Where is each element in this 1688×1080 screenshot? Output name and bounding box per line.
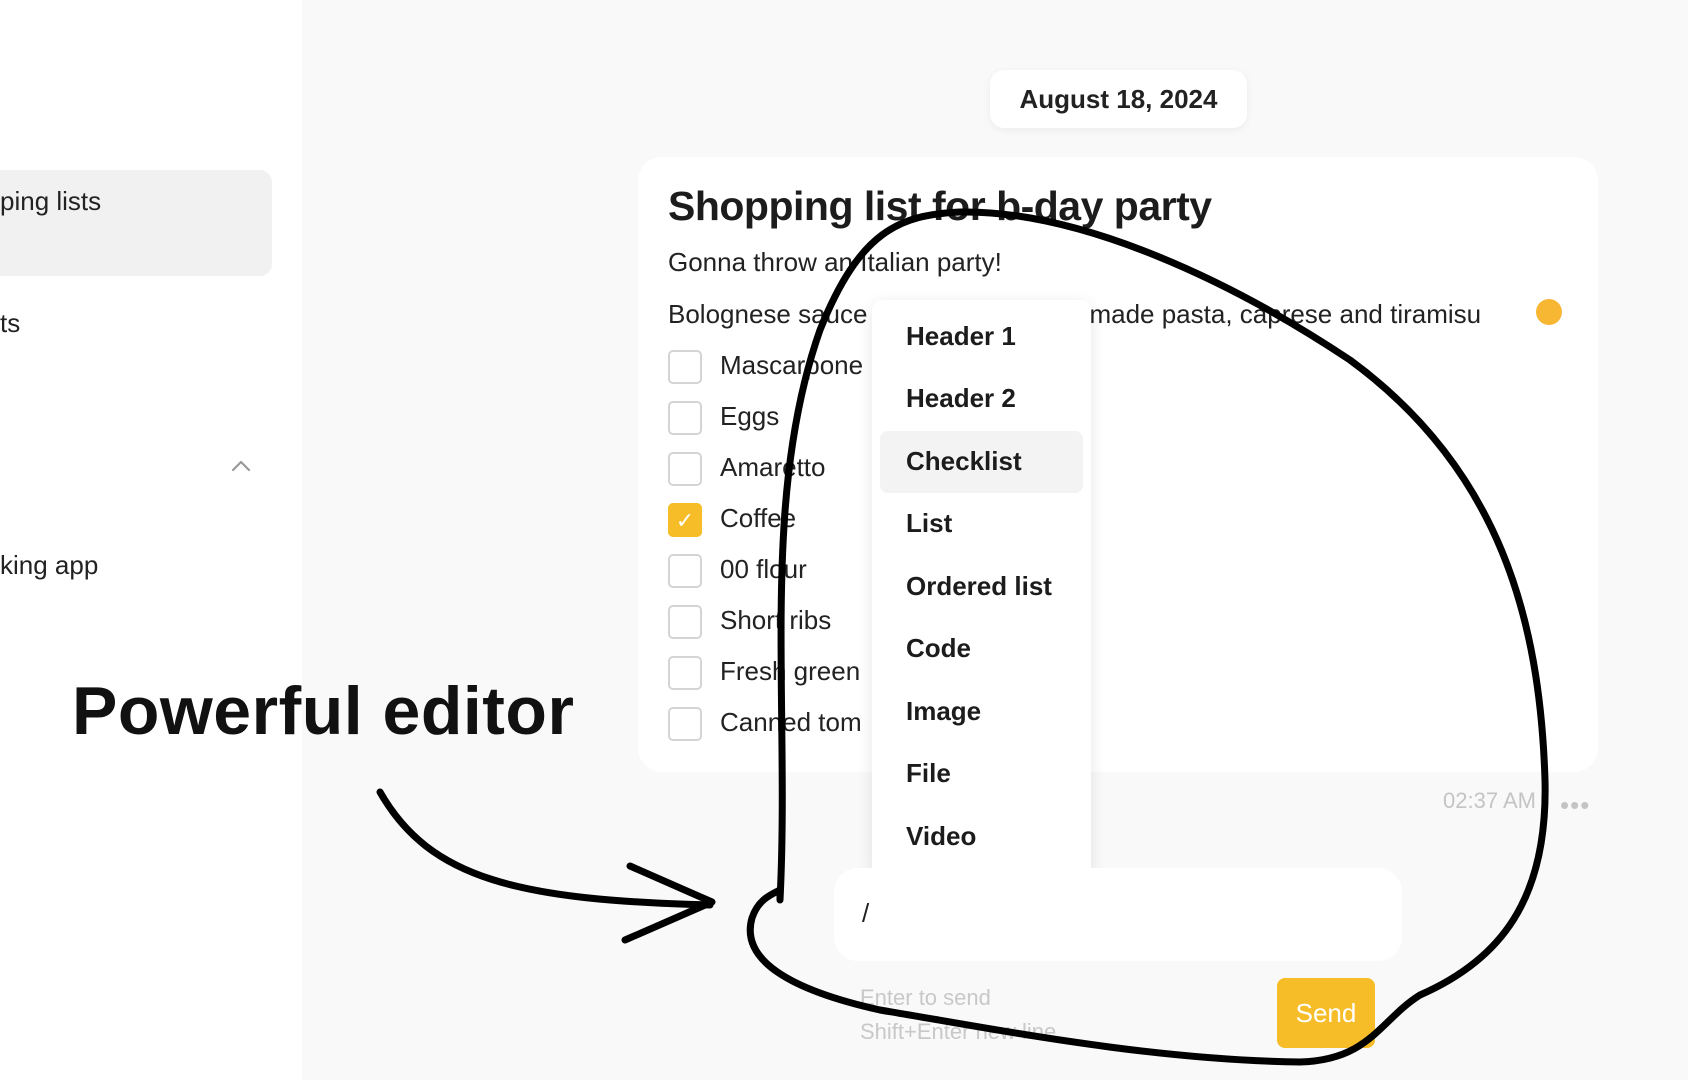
sidebar-item-label: ping lists — [0, 186, 102, 216]
menu-item-image[interactable]: Image — [880, 681, 1083, 743]
checkbox[interactable] — [668, 350, 702, 384]
menu-item-header-1[interactable]: Header 1 — [880, 306, 1083, 368]
date-pill: August 18, 2024 — [990, 70, 1247, 128]
hint-newline: Shift+Enter new line — [860, 1019, 1057, 1044]
chevron-up-icon[interactable] — [230, 455, 252, 477]
annotation-arrowhead — [621, 862, 716, 944]
menu-item-label: File — [906, 758, 951, 788]
more-options-icon[interactable]: ••• — [1560, 790, 1590, 821]
menu-item-video[interactable]: Video — [880, 806, 1083, 868]
sidebar-item-shopping-lists[interactable]: ping lists — [0, 170, 272, 276]
sidebar-item-label: king app — [0, 550, 99, 580]
menu-item-list[interactable]: List — [880, 493, 1083, 555]
menu-item-code[interactable]: Code — [880, 618, 1083, 680]
checklist-label: Fresh green — [720, 656, 861, 686]
menu-item-file[interactable]: File — [880, 743, 1083, 805]
checklist-label: Mascarpone — [720, 350, 864, 380]
checkbox[interactable] — [668, 554, 702, 588]
menu-item-label: Ordered list — [906, 571, 1052, 601]
menu-item-label: Code — [906, 633, 971, 663]
menu-item-label: Image — [906, 696, 982, 726]
checklist-label: 00 flour — [720, 554, 807, 584]
sidebar-item-label: ts — [0, 308, 21, 338]
hint-send: Enter to send — [860, 985, 991, 1010]
menu-item-label: Video — [906, 821, 977, 851]
message-time: 02:37 AM — [1443, 788, 1536, 813]
checklist-label: Eggs — [720, 401, 780, 431]
checkbox[interactable] — [668, 401, 702, 435]
note-subtitle: Gonna throw an Italian party! — [668, 247, 1002, 277]
annotation-arrow — [376, 788, 714, 909]
block-type-menu: Header 1 Header 2 Checklist List Ordered… — [872, 300, 1091, 876]
note-line-left: Bolognese sauce — [668, 299, 868, 329]
checkbox[interactable] — [668, 605, 702, 639]
checkbox[interactable] — [668, 452, 702, 486]
sidebar: ping lists ts king app — [0, 0, 302, 1080]
note-title: Shopping list for b-day party — [668, 183, 1212, 229]
menu-item-label: Header 1 — [906, 321, 1016, 351]
checkbox[interactable] — [668, 707, 702, 741]
checklist-label: Amaretto — [720, 452, 826, 482]
sidebar-item-lists[interactable]: ts — [0, 308, 20, 339]
menu-item-header-2[interactable]: Header 2 — [880, 368, 1083, 430]
checkbox-checked[interactable]: ✓ — [668, 503, 702, 537]
menu-item-ordered-list[interactable]: Ordered list — [880, 556, 1083, 618]
message-input-value: / — [862, 898, 870, 928]
menu-item-label: Header 2 — [906, 383, 1016, 413]
menu-item-checklist[interactable]: Checklist — [880, 431, 1083, 493]
menu-item-label: List — [906, 508, 953, 538]
checklist-label: Canned tom — [720, 707, 862, 737]
send-button[interactable]: Send — [1277, 978, 1375, 1048]
checkbox[interactable] — [668, 656, 702, 690]
sidebar-item-app[interactable]: king app — [0, 550, 98, 581]
menu-item-label: Checklist — [906, 446, 1022, 476]
promo-caption: Powerful editor — [72, 673, 575, 749]
note-card[interactable]: Shopping list for b-day party Gonna thro… — [638, 157, 1598, 772]
checklist-label: Coffee — [720, 503, 797, 533]
message-input[interactable]: / — [834, 868, 1402, 961]
checklist-label: Short ribs — [720, 605, 832, 635]
emoji-icon — [1536, 299, 1562, 325]
note-line-right: emade pasta, caprese and tiramisu — [1075, 299, 1482, 329]
